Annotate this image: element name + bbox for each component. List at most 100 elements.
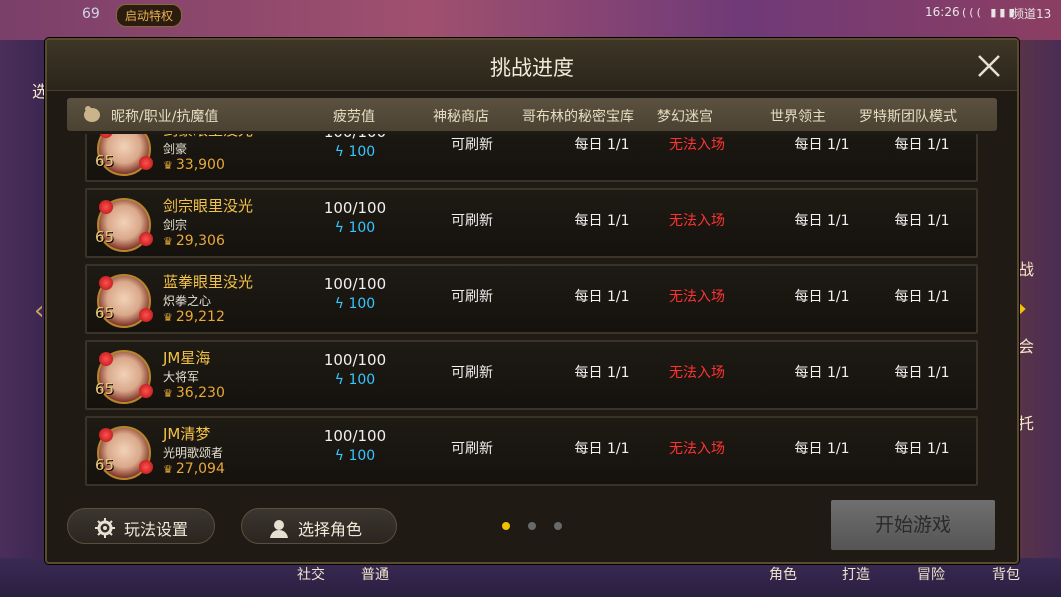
character-row[interactable]: 65 蓝拳眼里没光炽拳之心 ♛ 29,212 100/100 ϟ 100 可刷新 每日 1/1… <box>85 264 978 334</box>
col-fatigue: 疲劳值 <box>333 109 375 125</box>
fatigue-value: 100/100 <box>317 134 393 141</box>
crown-icon: ♛ <box>163 387 173 400</box>
job-label: 剑豪 <box>163 142 188 156</box>
lotus-status: 每日 1/1 <box>894 365 950 381</box>
power-number: 33,900 <box>175 157 225 173</box>
character-row[interactable]: 65 JM星海 大将军 ♛ 36,230 100/100 ϟ 100 可刷新 每日 1/1 无法入… <box>85 340 978 410</box>
pet-icon <box>81 103 103 129</box>
goblin-status: 每日 1/1 <box>574 137 630 153</box>
level-badge: 65 <box>95 304 115 322</box>
job-label: 大将军 <box>163 370 200 384</box>
fatigue-value: 100/100 <box>323 351 387 369</box>
nav-social[interactable]: 社交 <box>297 564 325 584</box>
lightning-icon: ϟ <box>334 372 349 388</box>
col-shop: 神秘商店 <box>433 109 489 125</box>
character-row[interactable]: 65 剑宗眼里没光 剑宗 ♛ 29,306 100/100 ϟ 100 可刷新 每日 1/1 无法… <box>85 188 978 258</box>
column-header-bar: 昵称/职业/抗魔值 疲劳值 神秘商店 哥布林的秘密宝库 梦幻迷宫 世界领主 罗特… <box>67 98 997 131</box>
dialog-header: 挑战进度 <box>47 40 1017 91</box>
channel-label[interactable]: 频道13 <box>1012 5 1051 22</box>
lotus-status: 每日 1/1 <box>894 289 950 305</box>
flower-icon <box>139 308 153 322</box>
col-lord: 世界领主 <box>770 109 826 125</box>
privilege-badge[interactable]: 启动特权 <box>116 4 183 27</box>
character-row[interactable]: 65剑豪眼里没光剑豪♛33,900100/100ϟ 100可刷新每日 1/1无法… <box>85 134 978 182</box>
shop-status: 可刷新 <box>451 365 493 381</box>
side-label-right-3[interactable]: 托 <box>1018 410 1034 434</box>
col-lotus: 罗特斯团队模式 <box>859 109 957 125</box>
energy-value: ϟ 100 <box>317 372 393 388</box>
nav-normal[interactable]: 普通 <box>361 564 389 584</box>
flower-icon <box>99 276 113 290</box>
lord-status: 每日 1/1 <box>794 441 850 457</box>
energy-value: ϟ 100 <box>317 296 393 312</box>
goblin-status: 每日 1/1 <box>574 441 630 457</box>
crown-icon: ♛ <box>163 463 173 476</box>
status-icons: ((( ▮▮▮ <box>962 6 1018 19</box>
energy-number: 100 <box>348 220 376 236</box>
level-badge: 65 <box>95 456 115 474</box>
gear-icon <box>94 517 116 543</box>
power-value: ♛ 29,212 <box>163 309 225 325</box>
power-number: 27,094 <box>175 461 225 477</box>
flower-icon <box>139 156 153 170</box>
col-goblin: 哥布林的秘密宝库 <box>522 109 634 125</box>
energy-number: 100 <box>348 144 376 160</box>
col-maze: 梦幻迷宫 <box>657 109 713 125</box>
settings-label: 玩法设置 <box>124 520 189 539</box>
nav-adventure[interactable]: 冒险 <box>917 564 945 584</box>
flower-icon <box>139 460 153 474</box>
flower-icon <box>99 200 113 214</box>
level-badge: 65 <box>95 380 115 398</box>
energy-value: ϟ 100 <box>317 144 393 160</box>
crown-icon: ♛ <box>163 235 173 248</box>
level-badge: 65 <box>95 228 115 246</box>
level-badge: 65 <box>95 152 115 170</box>
goblin-status: 每日 1/1 <box>574 213 630 229</box>
shop-status: 可刷新 <box>451 213 493 229</box>
maze-status: 无法入场 <box>669 441 725 457</box>
start-game-button[interactable]: 开始游戏 <box>831 500 995 550</box>
power-value: ♛ 36,230 <box>163 385 225 401</box>
lord-status: 每日 1/1 <box>794 289 850 305</box>
lotus-status: 每日 1/1 <box>894 137 950 153</box>
lightning-icon: ϟ <box>334 296 349 312</box>
character-row[interactable]: 65 JM清梦 光明歌颂者 ♛ 27,094 100/100 ϟ 100 可刷新 每日 1/1 无… <box>85 416 978 486</box>
nav-craft[interactable]: 打造 <box>842 564 870 584</box>
job-label: 炽拳之心 <box>163 294 212 308</box>
power-number: 36,230 <box>175 385 225 401</box>
select-role-button[interactable]: 选择角色 <box>241 508 397 544</box>
nickname: 剑宗眼里没光 <box>163 197 254 215</box>
fatigue-value: 100/100 <box>323 275 387 293</box>
lord-status: 每日 1/1 <box>794 213 850 229</box>
shop-status: 可刷新 <box>451 289 493 305</box>
job-label: 剑宗 <box>163 218 188 232</box>
page-dot-2[interactable] <box>528 522 536 530</box>
power-value: ♛ 27,094 <box>163 461 225 477</box>
lord-status: 每日 1/1 <box>794 365 850 381</box>
character-list[interactable]: 65剑豪眼里没光剑豪♛33,900100/100ϟ 100可刷新每日 1/1无法… <box>85 134 978 490</box>
crown-icon: ♛ <box>163 159 173 172</box>
energy-number: 100 <box>348 296 376 312</box>
flower-icon <box>139 232 153 246</box>
chevron-left-icon[interactable]: ‹ <box>34 296 44 326</box>
challenge-progress-dialog: 挑战进度 昵称/职业/抗魔值 疲劳值 神秘商店 哥布林的秘密宝库 梦幻迷宫 世界… <box>45 38 1019 564</box>
flower-icon <box>99 428 113 442</box>
settings-button[interactable]: 玩法设置 <box>67 508 215 544</box>
energy-value: ϟ 100 <box>317 220 393 236</box>
nav-bag[interactable]: 背包 <box>992 564 1020 584</box>
nickname: 蓝拳眼里没光 <box>163 273 254 291</box>
energy-value: ϟ 100 <box>317 448 393 464</box>
close-icon[interactable] <box>975 52 1003 80</box>
side-label-right-1[interactable]: 战 <box>1018 256 1034 280</box>
lightning-icon: ϟ <box>334 220 349 236</box>
lightning-icon: ϟ <box>334 144 349 160</box>
power-value: ♛ 33,900 <box>163 157 225 173</box>
maze-status: 无法入场 <box>669 289 725 305</box>
nickname: JM清梦 <box>163 425 211 443</box>
col-nickname: 昵称/职业/抗魔值 <box>111 109 219 125</box>
select-role-label: 选择角色 <box>298 520 363 539</box>
side-label-right-2[interactable]: 会 <box>1018 333 1034 357</box>
page-dot-3[interactable] <box>554 522 562 530</box>
page-dot-1[interactable] <box>502 522 510 530</box>
nav-character[interactable]: 角色 <box>769 564 797 584</box>
